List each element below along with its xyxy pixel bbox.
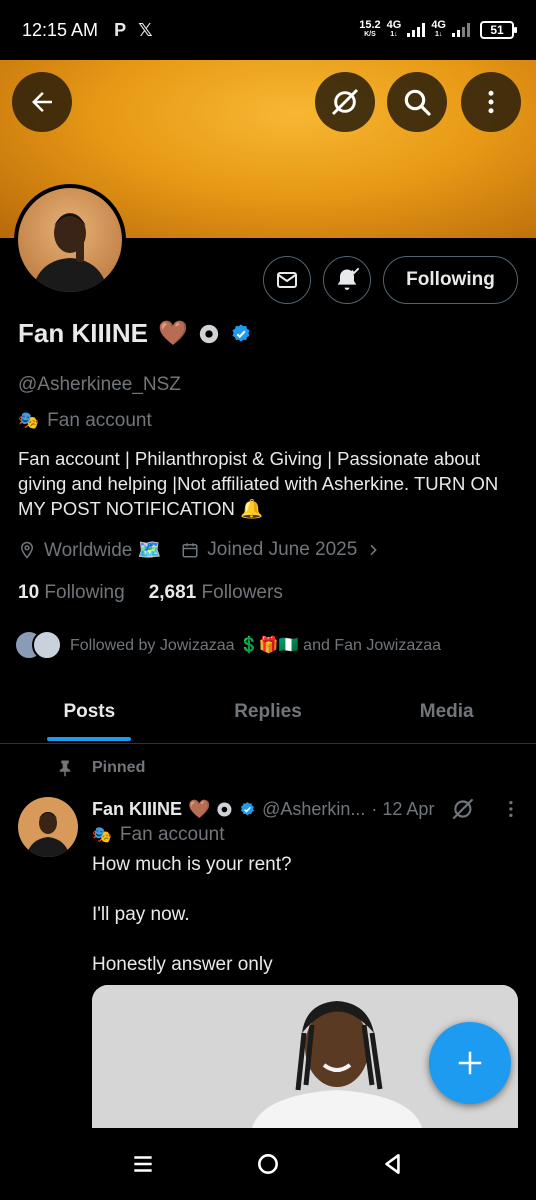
post-line: I'll pay now. (92, 904, 190, 925)
chevron-right-icon[interactable] (365, 542, 381, 558)
post-text: How much is your rent? I'll pay now. Hon… (92, 852, 292, 1002)
profile-name-row: Fan KIIINE 🤎 (18, 318, 252, 349)
location-icon (20, 541, 34, 559)
signal-icon (407, 23, 426, 37)
calendar-icon (182, 543, 198, 558)
more-vertical-icon[interactable] (500, 798, 522, 820)
followers-count-link[interactable]: 2,681 Followers (149, 582, 283, 604)
post-date[interactable]: · 12 Apr (371, 799, 434, 820)
location-text: Worldwide 🗺️ (44, 540, 162, 561)
status-app-icons: P 𝕏 (114, 20, 153, 41)
post-author-handle[interactable]: @Asherkin... (262, 799, 365, 820)
status-time: 12:15 AM (22, 19, 99, 40)
following-count-link[interactable]: 10 Following (18, 582, 125, 604)
post-account-label: 🎭 Fan account (92, 824, 225, 845)
pinned-indicator: Pinned (56, 758, 145, 778)
search-icon (404, 89, 431, 116)
status-right: 15.2 K/S 4G 1↓ 4G 1↓ 51 (359, 19, 517, 39)
arrow-left-icon (32, 92, 52, 112)
plus-icon (458, 1051, 482, 1075)
verified-badge-icon[interactable] (230, 323, 252, 345)
post-header: Fan KIIINE 🤎 @Asherkin... · 12 Apr (92, 796, 522, 822)
network-type-2: 4G 1↓ (431, 19, 446, 39)
post-line: How much is your rent? (92, 854, 292, 875)
network-speed: 15.2 K/S (359, 19, 381, 39)
back-nav-icon[interactable] (380, 1151, 406, 1177)
app-p-icon: P (114, 19, 127, 40)
post-avatar[interactable] (18, 797, 78, 857)
android-nav-bar (0, 1128, 536, 1200)
account-label: 🎭 Fan account (18, 410, 152, 431)
home-icon[interactable] (255, 1151, 281, 1177)
followed-by-row[interactable]: Followed by Jowizazaa 💲🎁🇳🇬 and Fan Jowiz… (14, 630, 441, 660)
automated-badge-icon (217, 801, 232, 817)
search-button[interactable] (387, 72, 447, 132)
tab-posts[interactable]: Posts (0, 680, 179, 743)
back-button[interactable] (12, 72, 72, 132)
verified-badge-icon (241, 801, 255, 815)
follow-counts: 10 Following 2,681 Followers (18, 582, 283, 604)
more-button[interactable] (461, 72, 521, 132)
post-author-name[interactable]: Fan KIIINE (92, 799, 182, 820)
status-bar: 12:15 AM P 𝕏 15.2 K/S 4G 1↓ 4G 1↓ 51 (0, 0, 536, 60)
followed-by-avatars (14, 630, 62, 660)
profile-meta: Worldwide 🗺️ Joined June 2025 (18, 538, 381, 562)
tab-media[interactable]: Media (357, 680, 536, 743)
recent-apps-icon[interactable] (130, 1151, 156, 1177)
battery-icon: 51 (480, 21, 517, 39)
compose-post-button[interactable] (429, 1022, 511, 1104)
grok-icon[interactable] (450, 796, 476, 822)
mail-icon (277, 272, 297, 288)
notifications-button[interactable] (323, 256, 371, 304)
tab-replies[interactable]: Replies (179, 680, 358, 743)
profile-handle: @Asherkinee_NSZ (18, 374, 181, 395)
grok-icon (331, 88, 359, 116)
mask-icon: 🎭 (18, 411, 40, 430)
avatar-photo (18, 188, 122, 292)
avatar (32, 630, 62, 660)
profile-tabs: Posts Replies Media (0, 680, 536, 744)
post-line: Honestly answer only (92, 954, 273, 975)
pin-icon (59, 760, 71, 777)
brown-heart-emoji: 🤎 (158, 320, 188, 347)
joined-text: Joined June 2025 (207, 539, 358, 560)
brown-heart-emoji: 🤎 (188, 798, 211, 819)
network-type-1: 4G 1↓ (386, 19, 402, 39)
display-name: Fan KIIINE (18, 318, 149, 348)
automated-badge-icon[interactable] (198, 323, 220, 345)
avatar-photo (18, 797, 78, 857)
profile-bio: Fan account | Philanthropist & Giving | … (18, 448, 499, 519)
grok-button[interactable] (315, 72, 375, 132)
followed-by-text: Followed by Jowizazaa 💲🎁🇳🇬 and Fan Jowiz… (70, 637, 442, 654)
app-x-icon: 𝕏 (138, 19, 153, 40)
more-vertical-icon (488, 90, 494, 114)
mask-icon: 🎭 (92, 827, 112, 844)
message-button[interactable] (263, 256, 311, 304)
following-button[interactable]: Following (383, 256, 518, 304)
profile-avatar[interactable] (14, 184, 126, 296)
signal-icon-2 (452, 23, 470, 37)
bell-check-icon (337, 267, 360, 290)
